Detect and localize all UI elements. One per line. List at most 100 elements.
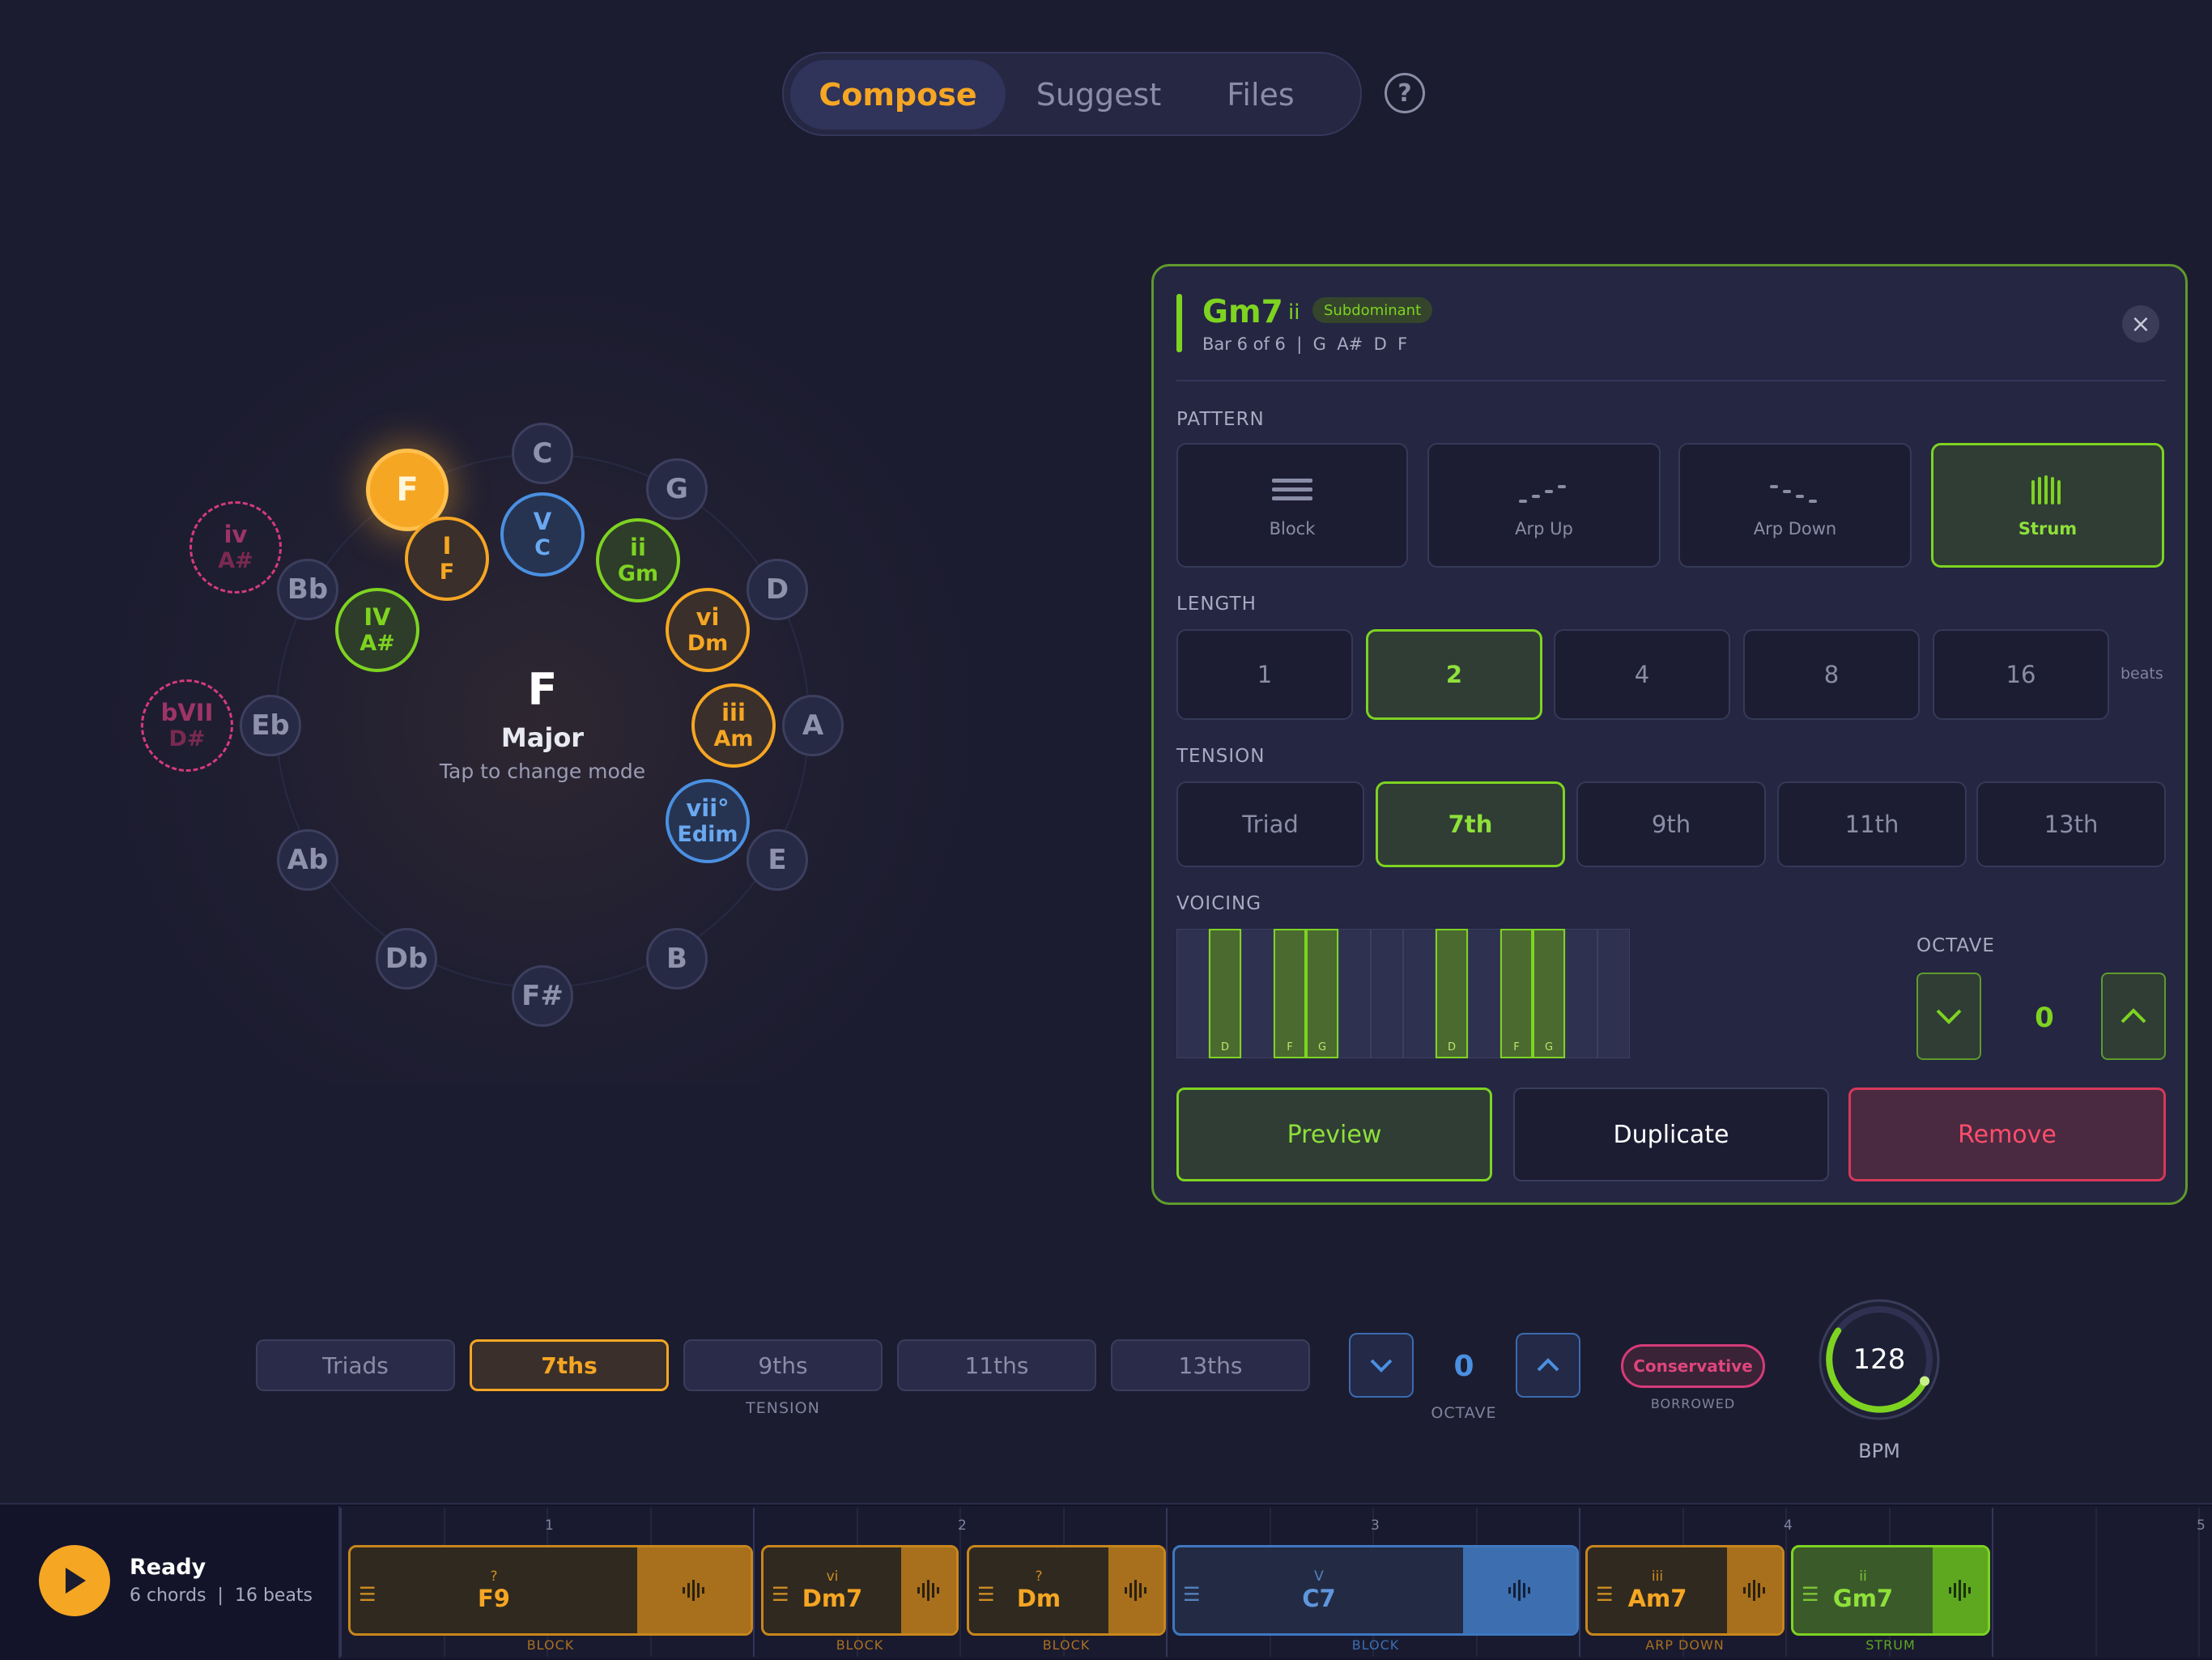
voicing-keyboard: D F G D F G — [1176, 929, 1675, 1058]
octave-down-button[interactable] — [1916, 973, 1981, 1060]
degree-IV[interactable]: IV A# — [335, 588, 419, 672]
degree-vii-dim[interactable]: vii° Edim — [666, 779, 750, 863]
degree-ii[interactable]: ii Gm — [596, 518, 680, 602]
timeline-chord-3[interactable]: ☰ ? Dm — [967, 1545, 1166, 1636]
preset-9ths-button[interactable]: 9ths — [683, 1339, 883, 1391]
key-eb[interactable]: Eb — [240, 695, 301, 756]
degree-roman: vii° — [686, 794, 730, 822]
degree-chord: A# — [218, 548, 253, 574]
beat-line — [2095, 1508, 2097, 1657]
timeline-chord-5[interactable]: ☰ iii Am7 — [1585, 1545, 1784, 1636]
piano-key-active[interactable]: D — [1209, 929, 1241, 1058]
key-f-sharp[interactable]: F# — [512, 965, 573, 1027]
piano-key[interactable] — [1338, 929, 1371, 1058]
key-g[interactable]: G — [646, 458, 708, 520]
degree-I[interactable]: I F — [405, 517, 489, 601]
timeline-chord-1[interactable]: ☰ ? F9 — [348, 1545, 753, 1636]
preset-triads-button[interactable]: Triads — [256, 1339, 455, 1391]
bpm-dial[interactable]: 128 — [1817, 1297, 1942, 1422]
key-c[interactable]: C — [512, 423, 573, 484]
tension-9th-button[interactable]: 9th — [1576, 781, 1766, 867]
key-ab[interactable]: Ab — [277, 829, 338, 891]
tension-7th-button[interactable]: 7th — [1376, 781, 1565, 867]
divider — [1176, 380, 2166, 381]
timeline-chord-4[interactable]: ☰ V C7 — [1172, 1545, 1579, 1636]
waveform-icon[interactable] — [637, 1547, 751, 1633]
octave-up-button[interactable] — [2101, 973, 2166, 1060]
tension-11th-button[interactable]: 11th — [1777, 781, 1967, 867]
help-icon[interactable]: ? — [1385, 73, 1425, 113]
degree-chord: Am — [713, 726, 754, 752]
timeline-chord-6-selected[interactable]: ☰ ii Gm7 — [1791, 1545, 1990, 1636]
borrowed-degree-bVII[interactable]: bVII D# — [141, 679, 233, 772]
duplicate-button[interactable]: Duplicate — [1513, 1088, 1829, 1181]
global-octave-up-button[interactable] — [1516, 1333, 1580, 1398]
chord-chip-body: ? F9 — [351, 1547, 637, 1633]
waveform-icon[interactable] — [1108, 1547, 1163, 1633]
waveform-icon[interactable] — [1933, 1547, 1988, 1633]
pattern-arp-down-button[interactable]: Arp Down — [1678, 443, 1912, 568]
piano-key-active[interactable]: D — [1436, 929, 1468, 1058]
play-button[interactable] — [39, 1545, 110, 1616]
center-key[interactable]: F — [462, 664, 623, 715]
tab-compose[interactable]: Compose — [790, 60, 1006, 130]
pattern-strum-button[interactable]: Strum — [1931, 443, 2164, 568]
chip-name: Dm — [1016, 1585, 1061, 1612]
key-bb[interactable]: Bb — [277, 559, 338, 620]
pattern-block-button[interactable]: Block — [1176, 443, 1408, 568]
piano-key[interactable] — [1403, 929, 1436, 1058]
key-a[interactable]: A — [782, 695, 844, 756]
preset-7ths-button[interactable]: 7ths — [470, 1339, 669, 1391]
piano-key-active[interactable]: G — [1533, 929, 1565, 1058]
piano-key-active[interactable]: F — [1500, 929, 1533, 1058]
borrowed-mode-button[interactable]: Conservative — [1621, 1344, 1765, 1388]
pattern-arp-up-button[interactable]: Arp Up — [1427, 443, 1661, 568]
key-d[interactable]: D — [747, 559, 808, 620]
tab-suggest[interactable]: Suggest — [1022, 60, 1176, 130]
tension-triad-button[interactable]: Triad — [1176, 781, 1364, 867]
chord-detail-panel: Gm7 ii Subdominant Bar 6 of 6 | G A# D F… — [1151, 264, 2188, 1205]
preset-13ths-button[interactable]: 13ths — [1111, 1339, 1310, 1391]
piano-key[interactable] — [1241, 929, 1274, 1058]
chip-roman: vi — [826, 1568, 839, 1585]
tension-13th-button[interactable]: 13th — [1976, 781, 2166, 867]
key-b[interactable]: B — [646, 928, 708, 990]
key-e[interactable]: E — [747, 829, 808, 891]
piano-key[interactable] — [1371, 929, 1403, 1058]
bar-number: 3 — [1371, 1517, 1380, 1534]
preview-button[interactable]: Preview — [1176, 1088, 1492, 1181]
remove-button[interactable]: Remove — [1848, 1088, 2166, 1181]
piano-key-active[interactable]: G — [1306, 929, 1338, 1058]
global-octave-down-button[interactable] — [1349, 1333, 1414, 1398]
note-label: D — [1220, 1041, 1229, 1053]
preset-11ths-button[interactable]: 11ths — [897, 1339, 1096, 1391]
waveform-icon[interactable] — [901, 1547, 956, 1633]
length-2-button[interactable]: 2 — [1366, 629, 1542, 720]
waveform-icon[interactable] — [1463, 1547, 1576, 1633]
degree-iii[interactable]: iii Am — [691, 683, 776, 768]
center-mode[interactable]: Major — [421, 722, 664, 753]
timeline-chord-2[interactable]: ☰ vi Dm7 — [761, 1545, 959, 1636]
length-4-button[interactable]: 4 — [1554, 629, 1730, 720]
piano-key[interactable] — [1176, 929, 1209, 1058]
length-8-button[interactable]: 8 — [1743, 629, 1920, 720]
key-db[interactable]: Db — [376, 928, 437, 990]
tab-files[interactable]: Files — [1192, 60, 1329, 130]
length-16-button[interactable]: 16 — [1933, 629, 2109, 720]
chord-name: Gm7 — [1202, 294, 1283, 330]
length-1-button[interactable]: 1 — [1176, 629, 1353, 720]
piano-key[interactable] — [1468, 929, 1500, 1058]
function-badge: Subdominant — [1312, 297, 1433, 323]
piano-key[interactable] — [1597, 929, 1630, 1058]
piano-key[interactable] — [1565, 929, 1597, 1058]
borrowed-degree-iv[interactable]: iv A# — [189, 501, 282, 594]
degree-chord: C — [534, 535, 551, 561]
waveform-icon[interactable] — [1727, 1547, 1782, 1633]
piano-key-active[interactable]: F — [1274, 929, 1306, 1058]
strum-icon — [2031, 475, 2061, 504]
chord-chip-body: ii Gm7 — [1793, 1547, 1933, 1633]
degree-V[interactable]: V C — [500, 492, 585, 577]
octave-value: 0 — [2035, 1002, 2054, 1034]
degree-vi[interactable]: vi Dm — [666, 588, 750, 672]
close-icon[interactable]: × — [2122, 305, 2159, 343]
